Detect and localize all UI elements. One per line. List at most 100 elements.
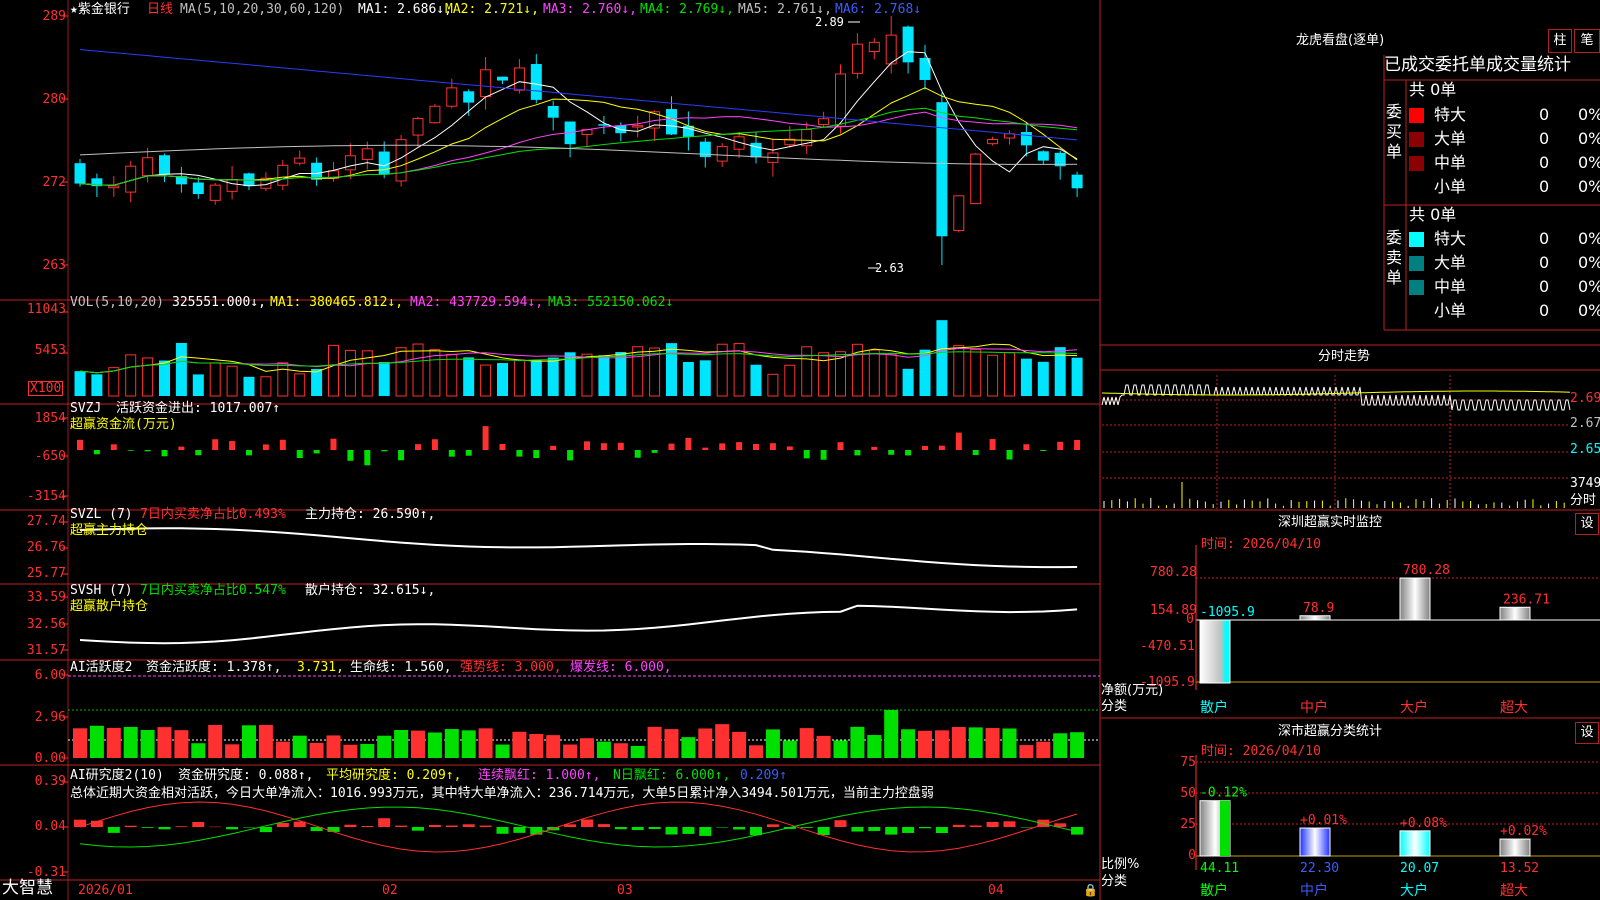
buy-l-swatch xyxy=(1409,132,1424,147)
sell-row-count: 0 xyxy=(1539,301,1550,320)
flow-bar-positive xyxy=(431,439,438,450)
flow-bar-negative xyxy=(195,450,202,456)
activity-bar xyxy=(596,741,611,758)
brand-logo[interactable]: 大智慧 xyxy=(2,880,53,897)
buy-xl-swatch xyxy=(1409,108,1424,123)
activity-bar xyxy=(140,730,155,758)
vol-label: VOL(5,10,20) xyxy=(70,295,164,310)
candle-up xyxy=(277,164,289,186)
vol-ytick: 11043 xyxy=(26,302,66,317)
activity-bar xyxy=(275,741,290,758)
sell-l-swatch xyxy=(1409,256,1424,271)
research-bar-positive xyxy=(834,820,847,827)
activity-bar xyxy=(377,735,392,758)
sz-category-label: 散户 xyxy=(1200,699,1228,716)
activity-bar xyxy=(191,743,206,758)
activity-bar xyxy=(951,726,966,758)
fenshi-title[interactable]: 分时走势 xyxy=(1318,350,1370,363)
flow-bar-positive xyxy=(550,445,557,450)
sell-side-label: 委卖单 xyxy=(1386,228,1403,287)
candle-up xyxy=(294,157,306,164)
activity-bar xyxy=(715,724,730,758)
lock-icon[interactable]: 🔒 xyxy=(1083,884,1098,896)
volume-bar-down xyxy=(750,364,762,396)
activity-bar xyxy=(326,735,341,758)
vol-ytick: 5453 xyxy=(34,343,66,358)
candle-down xyxy=(378,151,390,175)
svsh-ytick: 31.57 xyxy=(26,643,66,658)
sh-time: 时间: 2026/04/10 xyxy=(1201,744,1321,759)
volume-bar-down xyxy=(1020,358,1032,396)
sh-bar-accent xyxy=(1220,800,1230,856)
candle-up xyxy=(632,125,644,128)
sz-xlabel: 分类 xyxy=(1101,699,1128,714)
volume-bar-down xyxy=(159,360,170,396)
sh-bar xyxy=(1299,827,1331,857)
vol-ma1: MA1: 380465.812↓, xyxy=(270,295,404,310)
activity-bar xyxy=(630,745,645,758)
ma2-line xyxy=(79,87,1078,186)
lhb-subtitle: 已成交委托单成交量统计 xyxy=(1384,55,1571,75)
sell-row-name: 中单 xyxy=(1434,277,1467,296)
buy-side-label: 委买单 xyxy=(1386,102,1403,161)
sh-bar xyxy=(1499,838,1531,857)
ai1-t1: 资金活跃度: 1.378↑, xyxy=(146,660,282,675)
volume-bar-up xyxy=(784,364,796,397)
buy-row-name: 大单 xyxy=(1434,129,1467,148)
tick-view-button[interactable]: 笔 xyxy=(1574,29,1600,53)
sz-settings-button[interactable]: 设 xyxy=(1575,513,1599,535)
sh-ytick: 50 xyxy=(1180,786,1196,801)
sz-value-label: 78.9 xyxy=(1303,601,1334,616)
svzl-ytick: 25.77 xyxy=(26,566,66,581)
sz-ylabel: 净额(万元) xyxy=(1101,683,1164,698)
research-bar-negative xyxy=(868,827,881,831)
activity-bar xyxy=(529,734,544,758)
flow-bar-negative xyxy=(93,450,100,455)
volume-bar-down xyxy=(1071,357,1083,396)
vol-unit-box[interactable]: X100 xyxy=(28,381,64,396)
flow-bar-negative xyxy=(161,450,168,457)
ai2-t1: 资金研究度: 0.088↑, xyxy=(178,768,314,783)
volume-bar-up xyxy=(970,349,982,397)
ai2-summary: 总体近期大资金相对活跃，今日大单净流入：1016.993万元，其中特大单净流入：… xyxy=(70,786,934,801)
buy-row-name: 小单 xyxy=(1434,177,1467,196)
flow-bar-positive xyxy=(415,444,421,450)
volume-bar-down xyxy=(547,357,559,396)
volume-bar-down xyxy=(311,368,323,396)
candle-down xyxy=(159,155,170,175)
candle-up xyxy=(970,153,982,205)
activity-bar xyxy=(411,730,425,758)
ai1-t5: 爆发线: 6.000, xyxy=(570,660,672,675)
volume-bar-down xyxy=(91,374,103,396)
activity-bar xyxy=(242,725,256,758)
sh-category-label: 中户 xyxy=(1300,882,1328,899)
column-view-button[interactable]: 柱 xyxy=(1548,29,1572,53)
sh-settings-button[interactable]: 设 xyxy=(1575,722,1599,744)
buy-row-count: 0 xyxy=(1539,129,1550,148)
volume-bar-up xyxy=(868,349,880,397)
flow-bar-positive xyxy=(922,445,928,450)
flow-bar-positive xyxy=(617,442,624,450)
activity-bar xyxy=(394,729,409,758)
candle-up xyxy=(429,105,441,124)
buy-row-pct: 0% xyxy=(1578,177,1600,196)
candle-down xyxy=(750,142,762,158)
candle-down xyxy=(615,125,627,134)
svzj-sub: 超赢资金流(万元) xyxy=(70,417,177,432)
sz-value-label: 236.71 xyxy=(1503,592,1550,607)
sell-row-count: 0 xyxy=(1539,277,1550,296)
activity-bar xyxy=(833,740,848,758)
candle-up xyxy=(987,138,999,145)
chart-canvas[interactable]: -1095.9 散户 78.9 中户 780.28 大户 236.71 超大 -0.12% 44.… xyxy=(0,0,1600,900)
stock-name: ★紫金银行 xyxy=(70,2,130,17)
ma5-line xyxy=(79,144,1078,165)
period-label[interactable]: 日线 xyxy=(147,3,173,16)
price-ytick: 263 xyxy=(42,258,66,273)
volume-bar-up xyxy=(142,357,154,397)
flow-bar-negative xyxy=(820,450,827,460)
activity-bar xyxy=(698,728,713,758)
sz-value-label: 780.28 xyxy=(1403,563,1450,578)
sz-category-label: 中户 xyxy=(1300,699,1328,716)
fenshi-foot: 分时 xyxy=(1570,493,1597,508)
candle-up xyxy=(108,185,120,189)
